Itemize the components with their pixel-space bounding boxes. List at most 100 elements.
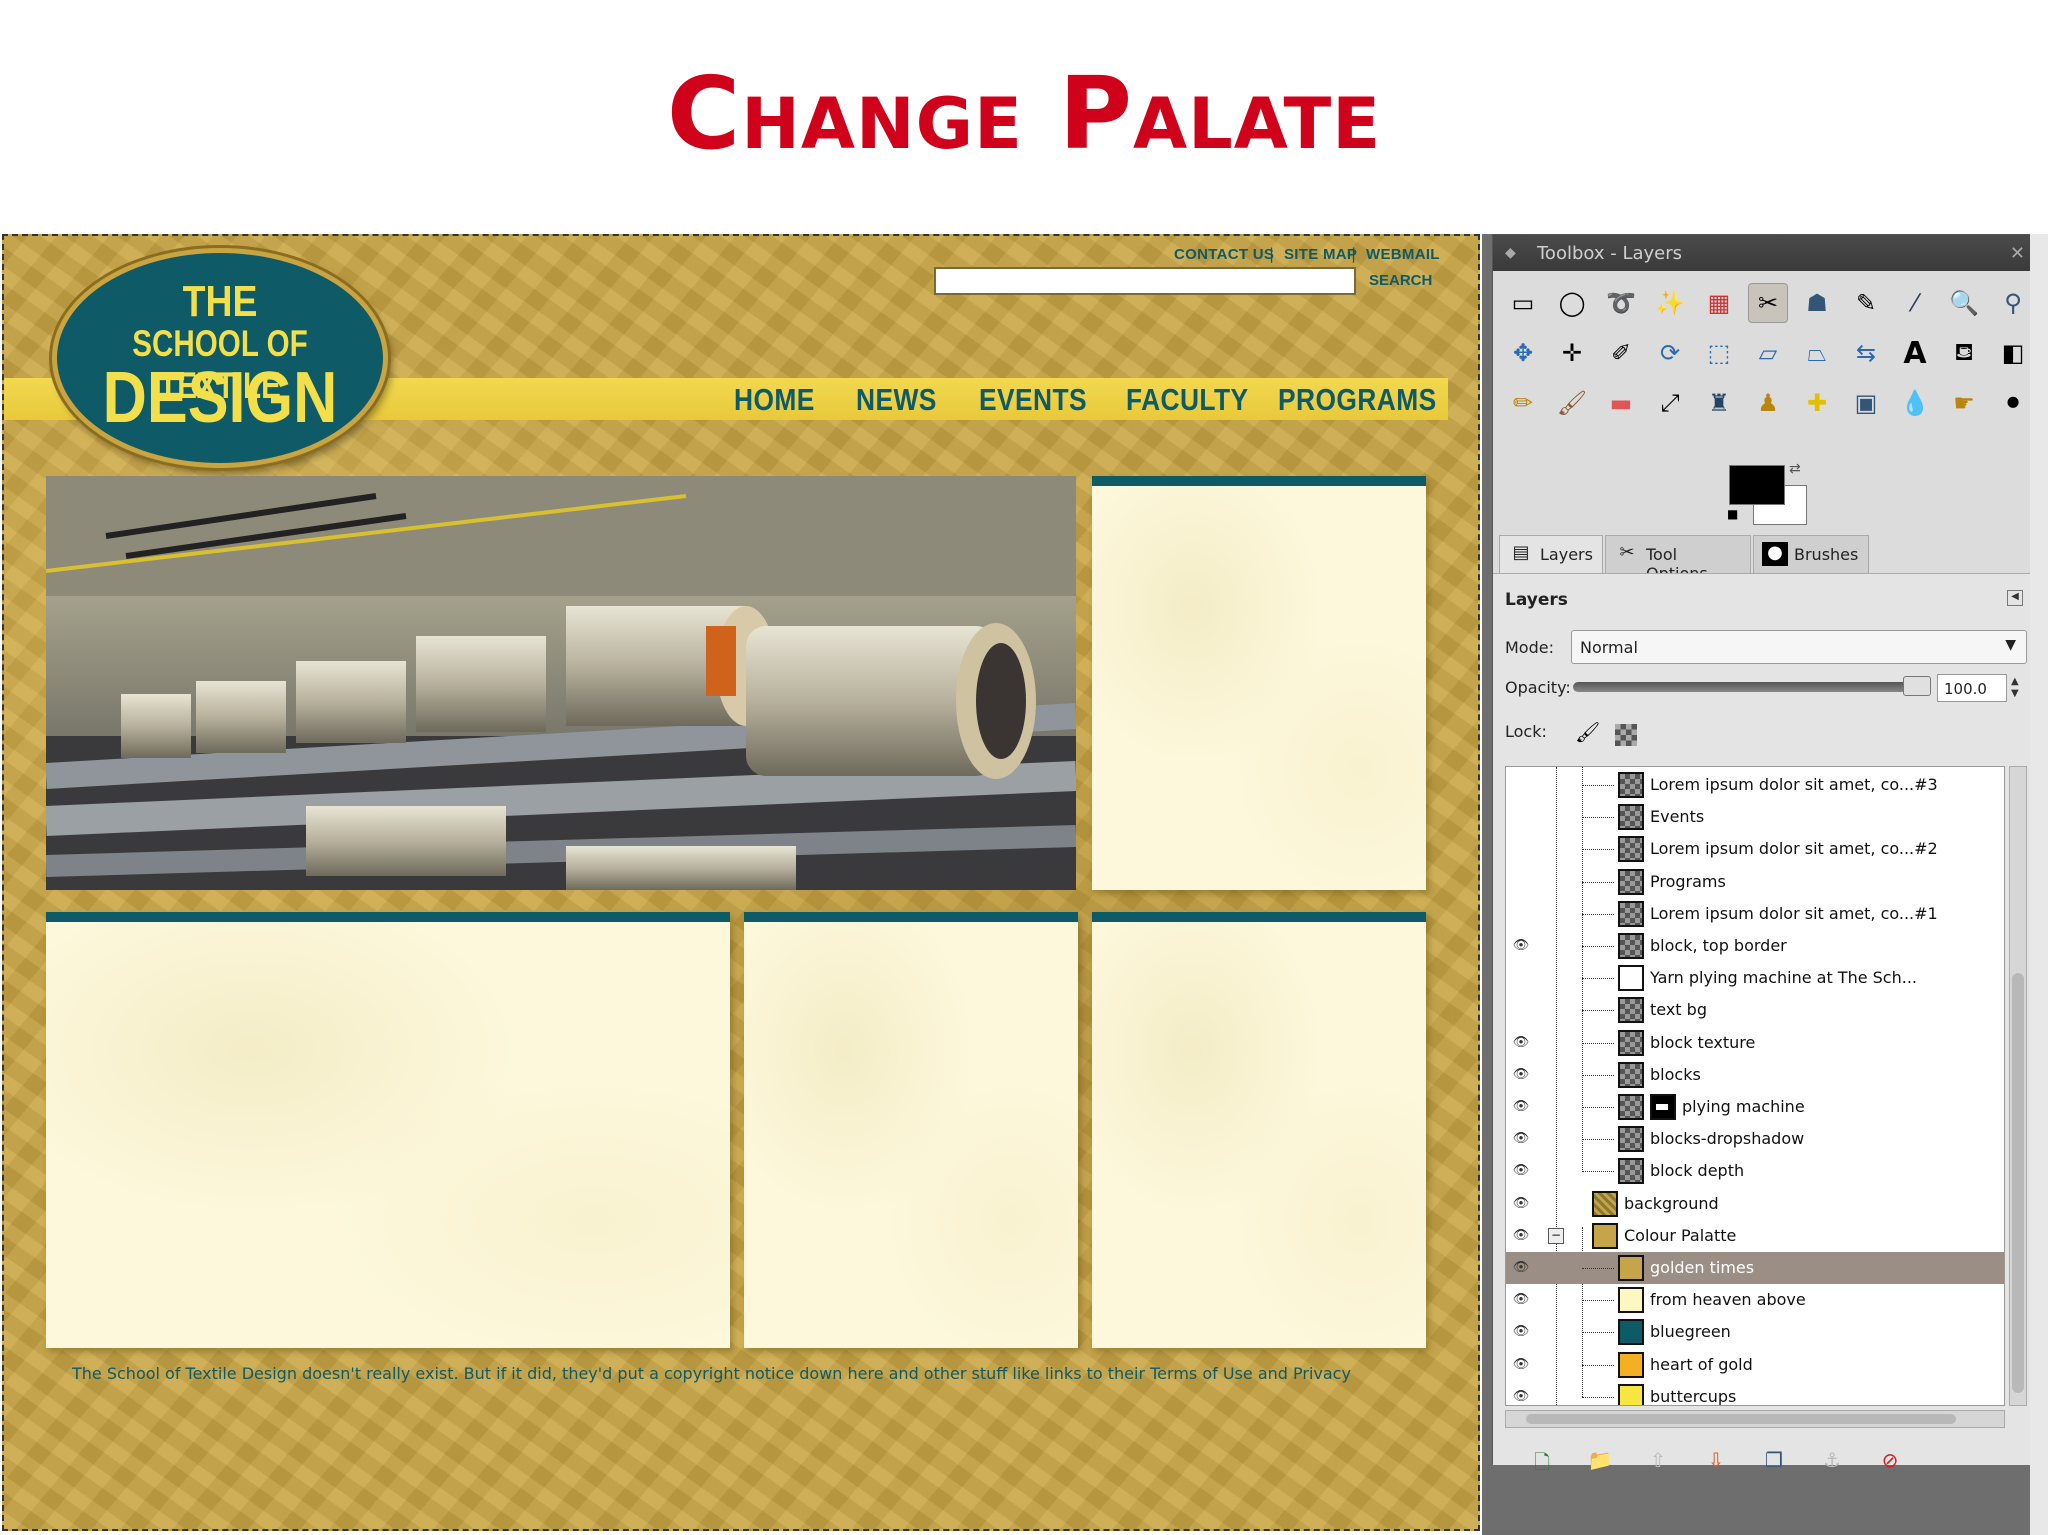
tab-layers[interactable]: ▤ Layers — [1499, 535, 1603, 573]
page-scrollbar[interactable] — [2030, 234, 2048, 1535]
free-select-icon[interactable]: ➰ — [1601, 283, 1641, 323]
eye-icon[interactable]: 👁 — [1510, 1389, 1532, 1405]
layer-row[interactable]: 👁 blocks-dropshadow — [1506, 1123, 2004, 1155]
window-menu-icon[interactable]: ◆ — [1505, 245, 1516, 261]
duplicate-layer-icon[interactable]: ❐ — [1759, 1448, 1789, 1476]
nav-home[interactable]: HOME — [734, 382, 815, 418]
bucket-fill-icon[interactable]: ⛾ — [1944, 333, 1984, 373]
layer-row[interactable]: 👁 blocks — [1506, 1059, 2004, 1091]
swap-colors-icon[interactable]: ⇄ — [1789, 461, 1801, 477]
new-layer-group-icon[interactable]: 📁 — [1585, 1448, 1615, 1476]
layer-row[interactable]: Lorem ipsum dolor sit amet, co...#1 — [1506, 898, 2004, 930]
opacity-slider-handle[interactable] — [1903, 676, 1931, 696]
collapse-icon[interactable]: − — [1548, 1227, 1564, 1244]
raise-layer-icon[interactable]: ⇧ — [1643, 1448, 1673, 1476]
eye-icon[interactable]: 👁 — [1510, 1228, 1532, 1244]
school-logo[interactable]: THE SCHOOL OF TEXTILE DESIGN — [52, 248, 388, 468]
eye-icon[interactable]: 👁 — [1510, 1099, 1532, 1115]
perspective-icon[interactable]: ⏢ — [1797, 333, 1837, 373]
color-picker-icon[interactable]: ⁄ — [1895, 283, 1935, 323]
close-icon[interactable]: ✕ — [2010, 243, 2025, 264]
select-by-color-icon[interactable]: ▦ — [1699, 283, 1739, 323]
align-icon[interactable]: ✛ — [1552, 333, 1592, 373]
layer-row[interactable]: 👁 buttercups — [1506, 1381, 2004, 1405]
layer-row[interactable]: 👁 golden times — [1506, 1252, 2004, 1284]
mode-select[interactable]: Normal ▼ — [1571, 630, 2027, 664]
perspective-clone-icon[interactable]: ▣ — [1846, 383, 1886, 423]
lock-alpha-icon[interactable] — [1615, 724, 1637, 746]
layer-row[interactable]: text bg — [1506, 994, 2004, 1026]
delete-layer-icon[interactable]: ⊘ — [1875, 1448, 1905, 1476]
smudge-icon[interactable]: ☛ — [1944, 383, 1984, 423]
new-layer-icon[interactable]: 🗋 — [1527, 1448, 1557, 1476]
paintbrush-icon[interactable]: 🖌 — [1552, 383, 1592, 423]
layer-row[interactable]: 👁 bluegreen — [1506, 1316, 2004, 1348]
scissors-select-icon[interactable]: ✂ — [1748, 283, 1788, 323]
contact-us-link[interactable]: CONTACT US — [1174, 246, 1274, 263]
panel-menu-icon[interactable]: ◀ — [2007, 590, 2023, 606]
airbrush-icon[interactable]: ⤢ — [1650, 383, 1690, 423]
scrollbar-thumb[interactable] — [1526, 1414, 1956, 1424]
nav-programs[interactable]: PROGRAMS — [1278, 382, 1437, 418]
layer-row[interactable]: 👁 block, top border — [1506, 930, 2004, 962]
blur-icon[interactable]: 💧 — [1895, 383, 1935, 423]
rect-select-icon[interactable]: ▭ — [1503, 283, 1543, 323]
flip-icon[interactable]: ⇆ — [1846, 333, 1886, 373]
ink-icon[interactable]: ♜ — [1699, 383, 1739, 423]
heal-icon[interactable]: ✚ — [1797, 383, 1837, 423]
lower-layer-icon[interactable]: ⇩ — [1701, 1448, 1731, 1476]
foreground-color-swatch[interactable] — [1729, 465, 1785, 505]
layer-row[interactable]: Lorem ipsum dolor sit amet, co...#2 — [1506, 833, 2004, 865]
layer-list-vertical-scrollbar[interactable] — [2009, 766, 2027, 1406]
opacity-slider[interactable] — [1573, 682, 1925, 692]
layer-row[interactable]: 👁 from heaven above — [1506, 1284, 2004, 1316]
layer-row[interactable]: 👁 block depth — [1506, 1155, 2004, 1187]
layer-row[interactable]: Lorem ipsum dolor sit amet, co...#3 — [1506, 769, 2004, 801]
text-tool-icon[interactable]: A — [1895, 333, 1935, 373]
nav-events[interactable]: EVENTS — [979, 382, 1087, 418]
tab-brushes[interactable]: ● Brushes — [1753, 535, 1869, 573]
rotate-icon[interactable]: ⟳ — [1650, 333, 1690, 373]
nav-faculty[interactable]: FACULTY — [1126, 382, 1249, 418]
layer-row[interactable]: Programs — [1506, 866, 2004, 898]
eye-icon[interactable]: 👁 — [1510, 938, 1532, 954]
dodge-burn-icon[interactable]: ⚫ — [1993, 383, 2033, 423]
site-search-input[interactable] — [934, 267, 1356, 295]
eye-icon[interactable]: 👁 — [1510, 1196, 1532, 1212]
eye-icon[interactable]: 👁 — [1510, 1260, 1532, 1276]
webmail-link[interactable]: WEBMAIL — [1366, 246, 1440, 263]
layer-row[interactable]: 👁 − Colour Palatte — [1506, 1220, 2004, 1252]
move-icon[interactable]: ✥ — [1503, 333, 1543, 373]
layer-list-horizontal-scrollbar[interactable] — [1505, 1410, 2005, 1428]
default-colors-icon[interactable]: ■ — [1727, 507, 1738, 521]
shear-icon[interactable]: ▱ — [1748, 333, 1788, 373]
zoom-icon[interactable]: 🔍 — [1944, 283, 1984, 323]
fuzzy-select-icon[interactable]: ✨ — [1650, 283, 1690, 323]
layer-row[interactable]: 👁 heart of gold — [1506, 1349, 2004, 1381]
foreground-select-icon[interactable]: ☗ — [1797, 283, 1837, 323]
pencil-icon[interactable]: ✏ — [1503, 383, 1543, 423]
layer-row[interactable]: 👁 block texture — [1506, 1027, 2004, 1059]
crop-icon[interactable]: ✐ — [1601, 333, 1641, 373]
lock-pixels-brush-icon[interactable]: 🖌 — [1575, 720, 1600, 744]
opacity-value-field[interactable]: 100.0 — [1937, 674, 2007, 702]
eye-icon[interactable]: 👁 — [1510, 1163, 1532, 1179]
tab-tool-options[interactable]: ✂Tool Options — [1605, 535, 1751, 583]
eye-icon[interactable]: 👁 — [1510, 1067, 1532, 1083]
anchor-layer-icon[interactable]: ⚓ — [1817, 1448, 1847, 1476]
eye-icon[interactable]: 👁 — [1510, 1292, 1532, 1308]
search-link[interactable]: SEARCH — [1369, 272, 1432, 289]
ellipse-select-icon[interactable]: ◯ — [1552, 283, 1592, 323]
layer-row[interactable]: 👁 plying machine — [1506, 1091, 2004, 1123]
scale-icon[interactable]: ⬚ — [1699, 333, 1739, 373]
blend-icon[interactable]: ◧ — [1993, 333, 2033, 373]
eye-icon[interactable]: 👁 — [1510, 1324, 1532, 1340]
eye-icon[interactable]: 👁 — [1510, 1357, 1532, 1373]
opacity-spin-icon[interactable]: ▲ ▼ — [2011, 676, 2019, 700]
measure-icon[interactable]: ⚲ — [1993, 283, 2033, 323]
layer-row[interactable]: 👁 background — [1506, 1188, 2004, 1220]
scrollbar-thumb[interactable] — [2012, 973, 2024, 1393]
eye-icon[interactable]: 👁 — [1510, 1035, 1532, 1051]
layer-row[interactable]: Events — [1506, 801, 2004, 833]
site-map-link[interactable]: SITE MAP — [1284, 246, 1357, 263]
